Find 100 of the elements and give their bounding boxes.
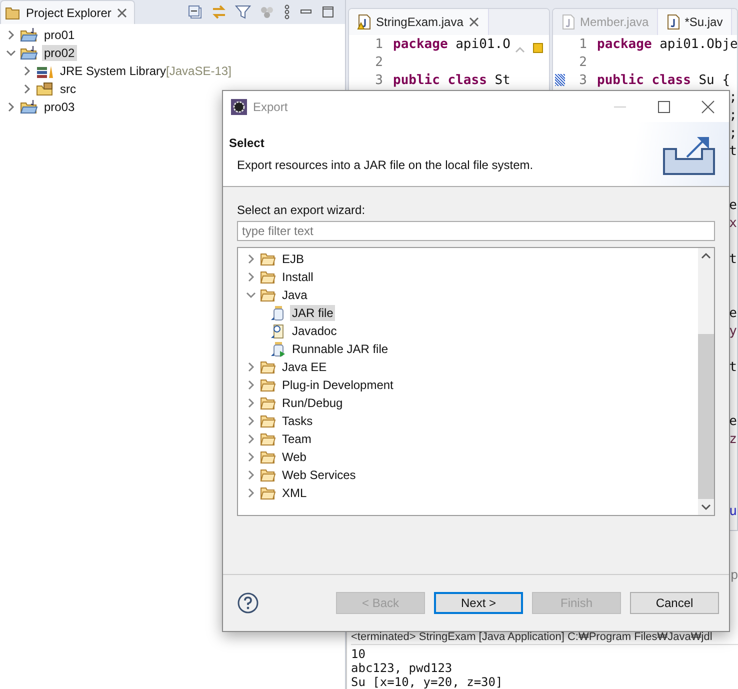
folder-icon [260, 360, 276, 374]
line-number: 2 [374, 54, 383, 70]
wizard-item[interactable]: Javadoc [290, 323, 339, 339]
help-icon[interactable] [237, 592, 259, 614]
collapsed-chevron-icon[interactable] [246, 416, 256, 426]
collapsed-chevron-icon[interactable] [246, 398, 256, 408]
code-fragment: e [729, 305, 737, 323]
code-fragment: t [729, 143, 737, 161]
maximize-icon[interactable] [657, 100, 671, 114]
code-fragment: ; [729, 107, 737, 125]
project-folder-icon [20, 99, 38, 115]
runnable-jar-icon [270, 341, 286, 357]
scrollbar[interactable] [698, 248, 714, 515]
collapsed-chevron-icon[interactable] [246, 470, 256, 480]
scroll-thumb[interactable] [698, 334, 714, 499]
line-number: 1 [578, 36, 587, 52]
wizard-item[interactable]: Install [280, 269, 316, 285]
view-tab[interactable]: Project Explorer [0, 0, 136, 24]
collapsed-chevron-icon[interactable] [6, 30, 16, 40]
wizard-item[interactable]: XML [280, 485, 309, 501]
folder-icon [260, 432, 276, 446]
folder-icon [260, 450, 276, 464]
jar-icon [270, 305, 286, 321]
change-marker-icon [555, 74, 565, 86]
filter-icon[interactable] [235, 4, 251, 20]
collapse-all-icon[interactable] [187, 4, 203, 20]
line-number: 2 [578, 54, 587, 70]
close-icon[interactable] [701, 100, 715, 114]
scroll-down-icon[interactable] [701, 503, 711, 511]
filter-field[interactable]: type filter text [237, 221, 715, 241]
wizard-item[interactable]: Runnable JAR file [290, 341, 390, 357]
wizard-item[interactable]: Run/Debug [280, 395, 345, 411]
wizard-item[interactable]: EJB [280, 251, 306, 267]
collapsed-chevron-icon[interactable] [246, 488, 256, 498]
folder-icon [5, 4, 21, 20]
collapsed-chevron-icon[interactable] [246, 272, 256, 282]
collapsed-chevron-icon[interactable] [246, 452, 256, 462]
code-fragment: ; [729, 125, 737, 143]
folder-icon [260, 486, 276, 500]
close-icon[interactable] [116, 6, 128, 18]
tree-item[interactable]: src [58, 81, 78, 97]
project-folder-icon [20, 45, 38, 61]
tree-item[interactable]: pro02 [42, 45, 77, 61]
folder-icon [260, 288, 276, 302]
code-fragment: e [729, 197, 737, 215]
tree-item[interactable]: pro03 [42, 99, 77, 115]
code-line: public class St [393, 72, 510, 88]
code-line: public class Su { [597, 72, 730, 88]
code-fragment: x [729, 215, 737, 233]
folder-icon [260, 414, 276, 428]
folder-icon [260, 378, 276, 392]
code-fragment: t [729, 251, 737, 269]
dialog-button[interactable]: Next > [434, 592, 523, 614]
warning-marker-icon [533, 43, 543, 53]
folder-icon [260, 252, 276, 266]
code-fragment: z [729, 431, 737, 449]
collapsed-chevron-icon[interactable] [246, 380, 256, 390]
wizard-item[interactable]: Java EE [280, 359, 329, 375]
expanded-chevron-icon[interactable] [6, 48, 16, 58]
dialog-button[interactable]: Cancel [630, 592, 719, 614]
wizard-item[interactable]: Java [280, 287, 310, 303]
code-line: package api01.Obje [597, 36, 737, 52]
collapsed-chevron-icon[interactable] [246, 434, 256, 444]
maximize-icon[interactable] [321, 5, 335, 19]
code-fragment: e [729, 413, 737, 431]
wizard-item[interactable]: Web Services [280, 467, 358, 483]
close-icon[interactable] [468, 16, 480, 28]
tab-fragment: p [730, 567, 738, 582]
folder-icon [260, 468, 276, 482]
wizard-item[interactable]: JAR file [290, 305, 336, 321]
code-fragment: u [729, 503, 737, 521]
view-menu-icon[interactable] [283, 4, 291, 20]
tree-item[interactable]: pro01 [42, 27, 77, 43]
page-heading: Select [229, 136, 266, 150]
tree-item[interactable]: JRE System Library[JavaSE-13] [58, 63, 234, 79]
editor-tab[interactable]: *Su.jav [658, 9, 732, 35]
wizard-item[interactable]: Team [280, 431, 314, 447]
dialog-title: Export [253, 100, 288, 114]
wizard-item[interactable]: Web [280, 449, 308, 465]
line-number: 3 [374, 72, 383, 88]
wizard-item[interactable]: Tasks [280, 413, 315, 429]
expanded-chevron-icon[interactable] [246, 290, 256, 300]
line-number: 1 [374, 36, 383, 52]
package-folder-icon [36, 81, 54, 97]
collapsed-chevron-icon[interactable] [6, 102, 16, 112]
code-fragment: y [729, 323, 737, 341]
collapsed-chevron-icon[interactable] [246, 254, 256, 264]
collapsed-chevron-icon[interactable] [22, 84, 32, 94]
editor-tab[interactable]: StringExam.java [349, 9, 490, 35]
code-line: package api01.O [393, 36, 510, 52]
wizard-item[interactable]: Plug-in Development [280, 377, 396, 393]
code-fragment: t [729, 359, 737, 377]
page-description: Export resources into a JAR file on the local file system. [236, 158, 534, 172]
scroll-up-icon[interactable] [701, 252, 711, 260]
console-line: abc123, pwd123 [351, 661, 454, 675]
collapsed-chevron-icon[interactable] [246, 362, 256, 372]
folder-icon [260, 396, 276, 410]
document-at-icon [270, 323, 286, 339]
collapsed-chevron-icon[interactable] [22, 66, 32, 76]
code-fragment: ; [729, 89, 737, 107]
